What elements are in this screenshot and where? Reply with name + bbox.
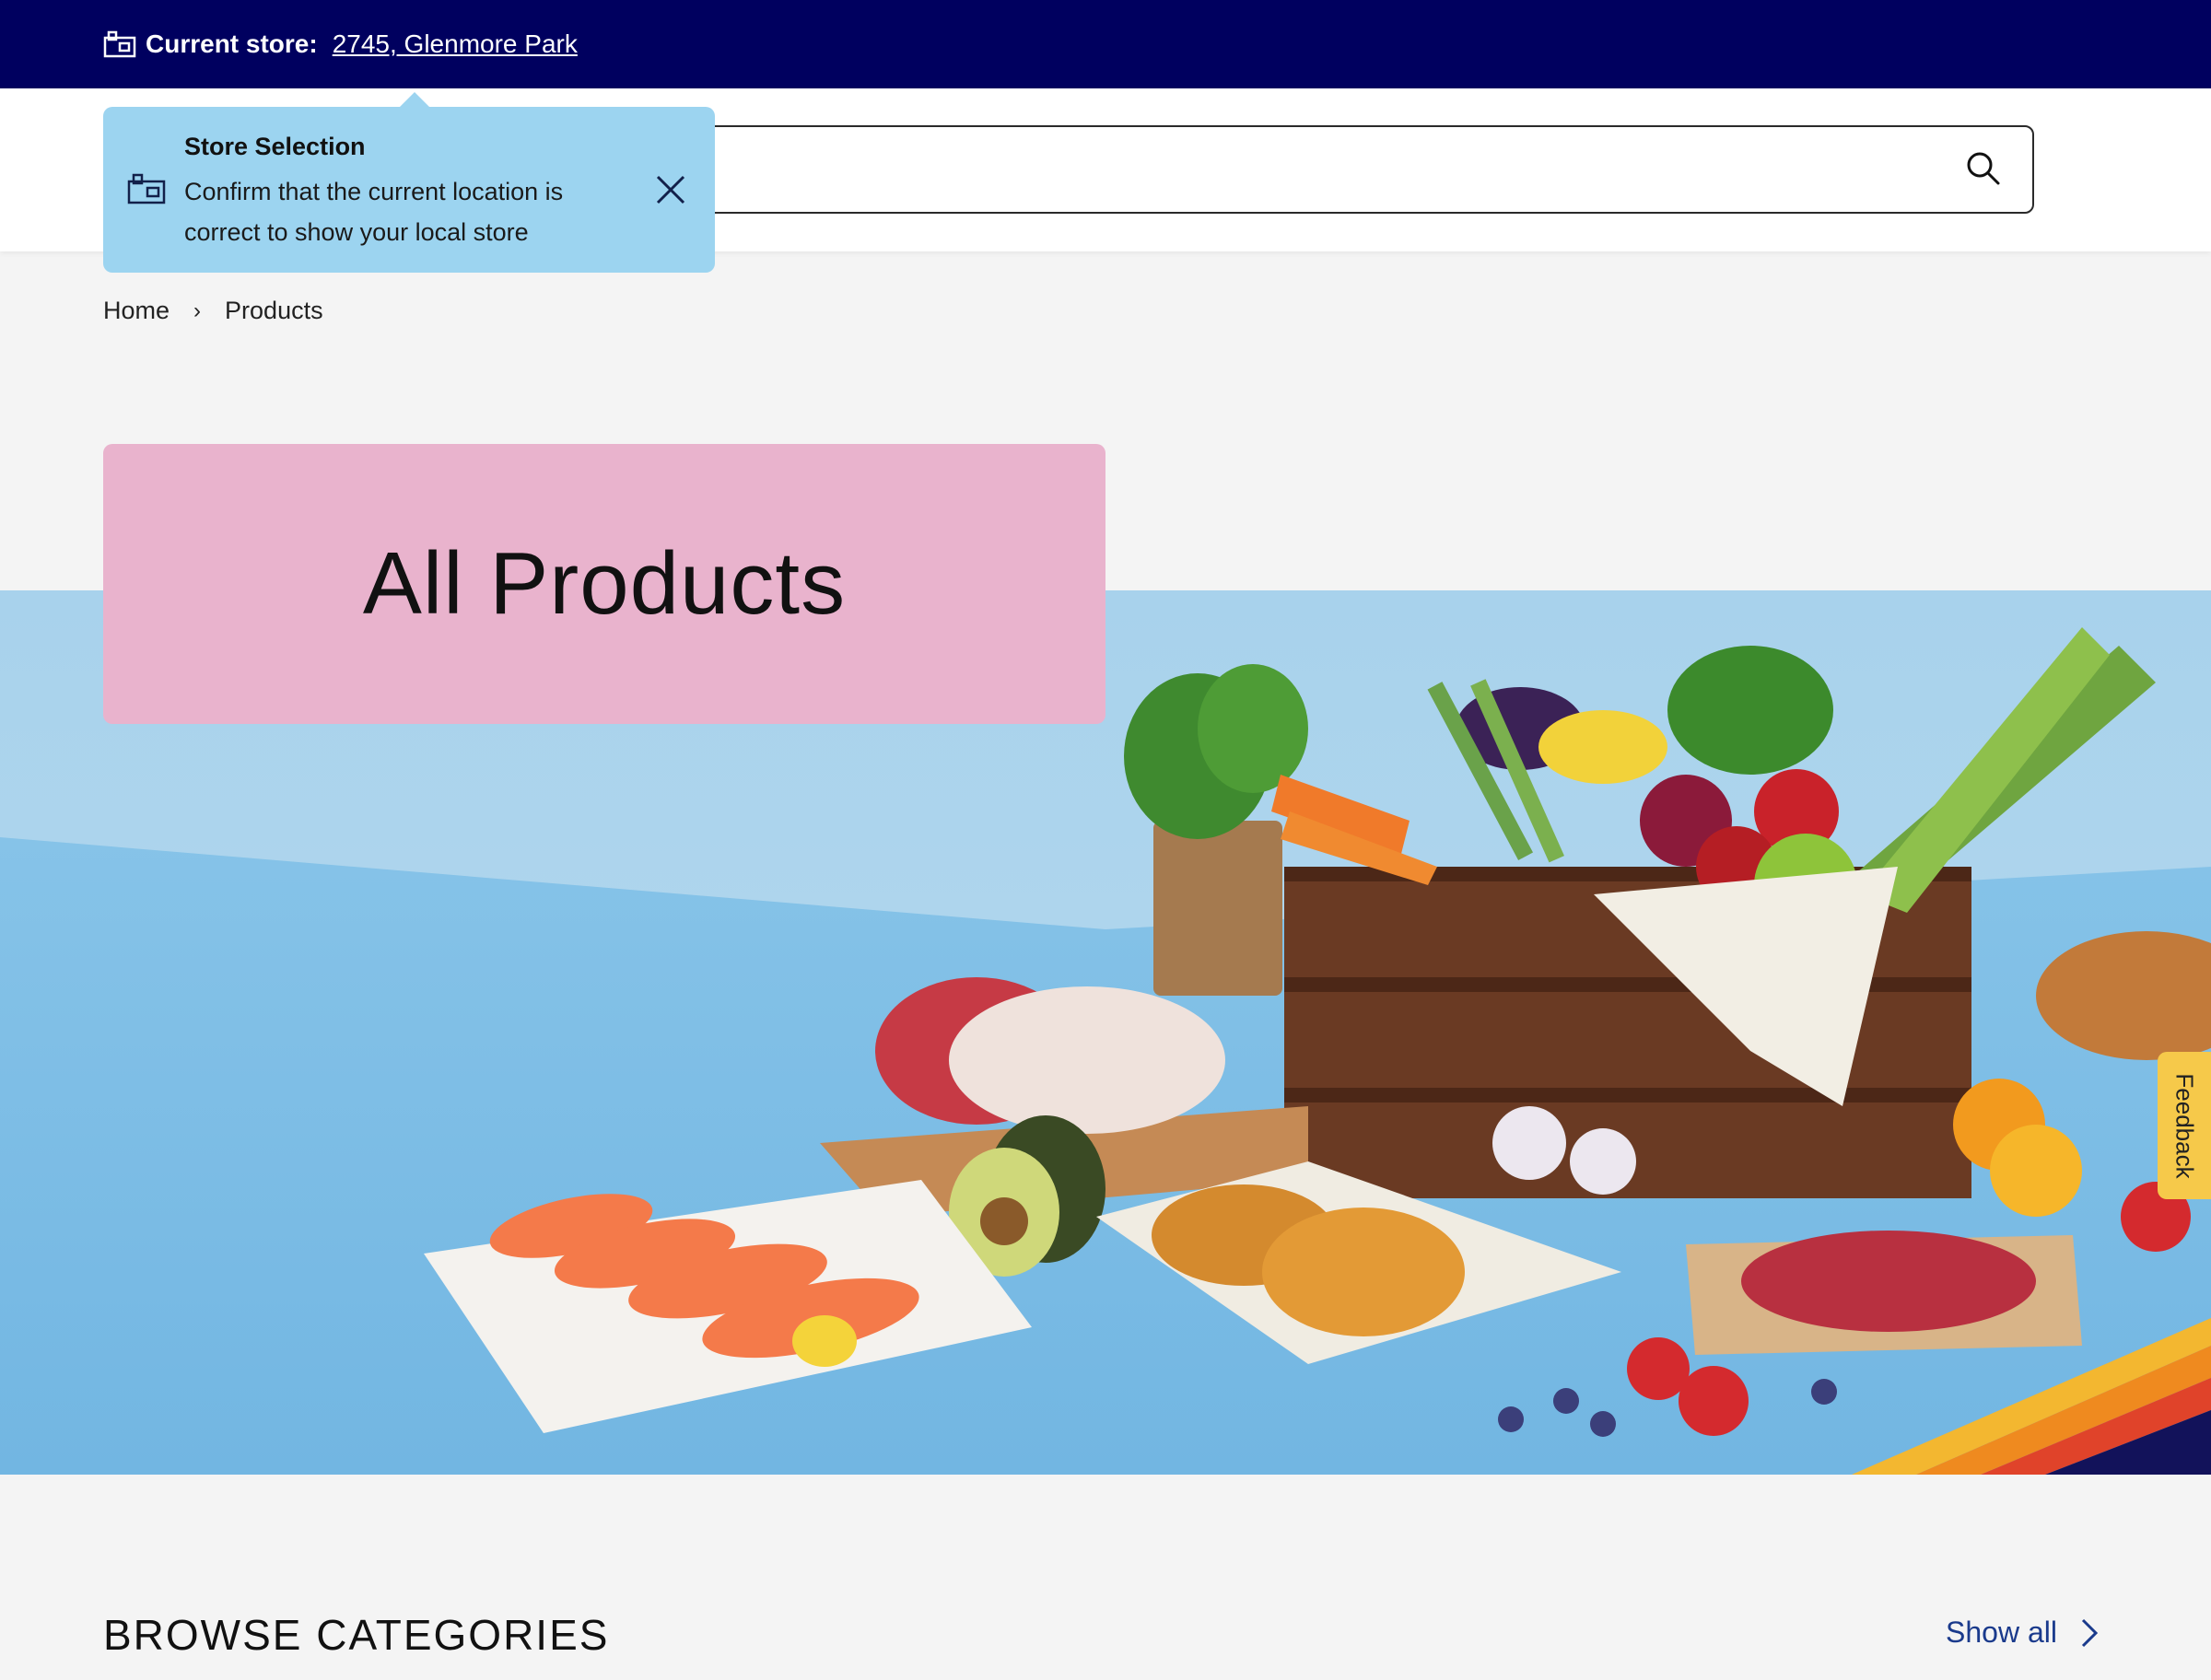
current-store-link[interactable]: 2745, Glenmore Park <box>333 29 578 59</box>
store-icon <box>103 30 136 58</box>
breadcrumb-home-link[interactable]: Home <box>103 297 170 325</box>
feedback-label: Feedback <box>2170 1072 2199 1179</box>
chevron-right-icon <box>2079 1616 2100 1650</box>
show-all-label: Show all <box>1946 1616 2057 1649</box>
search-icon <box>1965 150 2002 192</box>
tooltip-arrow <box>400 92 429 107</box>
page-title-card: All Products <box>103 444 1106 724</box>
search-button[interactable] <box>1960 147 2006 193</box>
breadcrumb-current: Products <box>225 297 323 324</box>
search-input[interactable] <box>720 144 1918 195</box>
close-icon <box>652 175 689 212</box>
feedback-tab[interactable]: Feedback <box>2158 1052 2211 1199</box>
store-icon <box>127 173 166 204</box>
current-store-label: Current store: <box>146 29 318 58</box>
breadcrumb: Home › Products <box>103 297 323 325</box>
store-selection-tooltip: Store Selection Confirm that the current… <box>103 92 715 273</box>
show-all-link[interactable]: Show all <box>1946 1616 2100 1650</box>
breadcrumb-separator: › <box>193 298 202 323</box>
tooltip-message: Confirm that the current location is cor… <box>184 178 564 246</box>
page-title: All Products <box>362 534 847 633</box>
tooltip-title: Store Selection <box>184 133 366 160</box>
browse-categories-heading: BROWSE CATEGORIES <box>103 1611 610 1659</box>
current-store-bar: Current store: 2745, Glenmore Park <box>0 0 2211 88</box>
search-bar <box>645 125 2034 214</box>
tooltip-close-button[interactable] <box>652 171 689 208</box>
